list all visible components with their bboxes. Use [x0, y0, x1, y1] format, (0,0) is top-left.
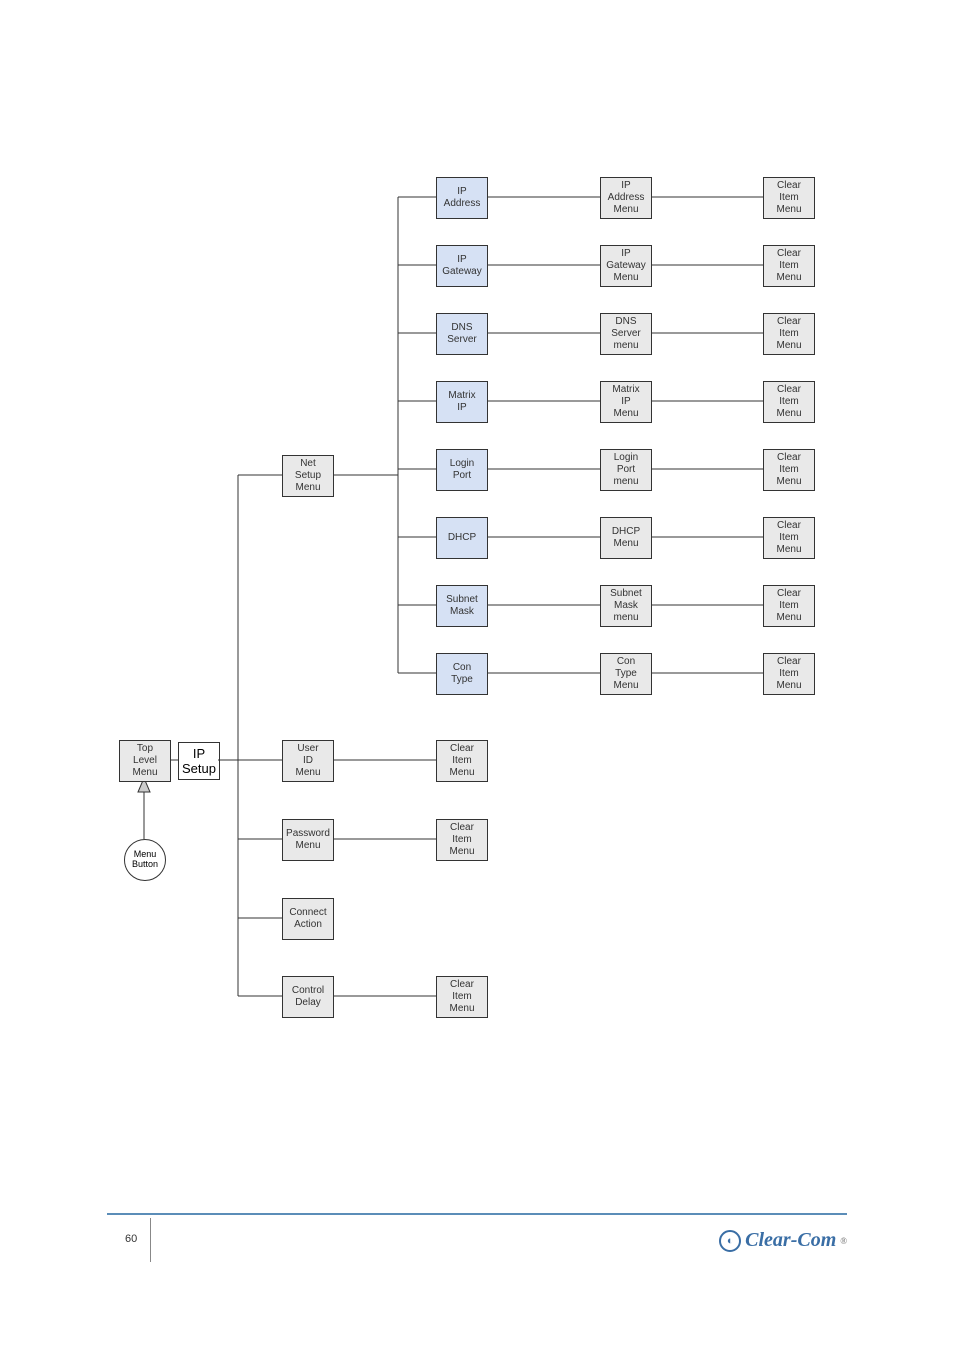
- user-id-node: User ID Menu: [282, 740, 334, 782]
- net-item-7-menu-label: Con Type Menu: [613, 656, 638, 692]
- net-item-4-label: Login Port: [450, 458, 474, 482]
- top-level-menu-node: Top Level Menu: [119, 740, 171, 782]
- net-item-3: Matrix IP: [436, 381, 488, 423]
- net-item-3-menu-label: Matrix IP Menu: [612, 384, 639, 420]
- net-setup-node: Net Setup Menu: [282, 455, 334, 497]
- control-delay-node: Control Delay: [282, 976, 334, 1018]
- menu-button-label: Menu Button: [132, 850, 158, 870]
- net-item-2-clear: Clear Item Menu: [763, 313, 815, 355]
- net-item-7-clear: Clear Item Menu: [763, 653, 815, 695]
- control-delay-clear-label: Clear Item Menu: [449, 979, 474, 1015]
- brand-logo: ◐ Clear-Com®: [719, 1229, 847, 1255]
- brand-name: Clear-Com: [745, 1229, 836, 1252]
- net-item-6-clear: Clear Item Menu: [763, 585, 815, 627]
- footer-rule: [107, 1213, 847, 1215]
- net-item-3-label: Matrix IP: [448, 390, 475, 414]
- user-id-clear: Clear Item Menu: [436, 740, 488, 782]
- page: Menu Button Top Level Menu IP Setup Net …: [0, 0, 954, 1350]
- net-item-1-menu: IP Gateway Menu: [600, 245, 652, 287]
- logo-icon: ◐: [719, 1230, 741, 1252]
- net-item-2-menu-label: DNS Server menu: [611, 316, 640, 352]
- net-item-0-clear-label: Clear Item Menu: [776, 180, 801, 216]
- net-item-7: Con Type: [436, 653, 488, 695]
- net-item-4-clear-label: Clear Item Menu: [776, 452, 801, 488]
- net-item-6-menu: Subnet Mask menu: [600, 585, 652, 627]
- net-item-3-menu: Matrix IP Menu: [600, 381, 652, 423]
- net-item-1-clear: Clear Item Menu: [763, 245, 815, 287]
- net-item-1-menu-label: IP Gateway Menu: [606, 248, 645, 284]
- password-label: Password Menu: [286, 828, 330, 852]
- net-item-6-menu-label: Subnet Mask menu: [610, 588, 642, 624]
- net-item-5-clear-label: Clear Item Menu: [776, 520, 801, 556]
- connect-node: Connect Action: [282, 898, 334, 940]
- control-delay-clear: Clear Item Menu: [436, 976, 488, 1018]
- net-item-1: IP Gateway: [436, 245, 488, 287]
- net-item-4-menu-label: Login Port menu: [613, 452, 638, 488]
- connect-label: Connect Action: [289, 907, 326, 931]
- net-item-0-menu-label: IP Address Menu: [608, 180, 645, 216]
- net-item-1-label: IP Gateway: [442, 254, 481, 278]
- net-item-4-clear: Clear Item Menu: [763, 449, 815, 491]
- net-item-0: IP Address: [436, 177, 488, 219]
- page-number: 60: [125, 1233, 137, 1245]
- net-item-7-clear-label: Clear Item Menu: [776, 656, 801, 692]
- net-item-5-menu-label: DHCP Menu: [612, 526, 640, 550]
- net-item-6-label: Subnet Mask: [446, 594, 478, 618]
- net-item-0-menu: IP Address Menu: [600, 177, 652, 219]
- net-item-3-clear-label: Clear Item Menu: [776, 384, 801, 420]
- net-item-4-menu: Login Port menu: [600, 449, 652, 491]
- user-id-label: User ID Menu: [295, 743, 320, 779]
- top-level-menu-label: Top Level Menu: [132, 743, 157, 779]
- net-item-7-label: Con Type: [451, 662, 473, 686]
- net-item-2-label: DNS Server: [447, 322, 476, 346]
- control-delay-label: Control Delay: [292, 985, 324, 1009]
- user-id-clear-label: Clear Item Menu: [449, 743, 474, 779]
- password-node: Password Menu: [282, 819, 334, 861]
- net-item-2: DNS Server: [436, 313, 488, 355]
- ip-setup-label: IP Setup: [182, 746, 216, 776]
- footer-divider: [150, 1218, 151, 1262]
- net-item-7-menu: Con Type Menu: [600, 653, 652, 695]
- net-item-0-clear: Clear Item Menu: [763, 177, 815, 219]
- net-setup-label: Net Setup Menu: [295, 458, 321, 494]
- net-item-1-clear-label: Clear Item Menu: [776, 248, 801, 284]
- net-item-2-menu: DNS Server menu: [600, 313, 652, 355]
- ip-setup-node: IP Setup: [178, 742, 220, 780]
- net-item-4: Login Port: [436, 449, 488, 491]
- net-item-5-menu: DHCP Menu: [600, 517, 652, 559]
- net-item-5-label: DHCP: [448, 532, 476, 544]
- net-item-6-clear-label: Clear Item Menu: [776, 588, 801, 624]
- password-clear: Clear Item Menu: [436, 819, 488, 861]
- net-item-3-clear: Clear Item Menu: [763, 381, 815, 423]
- password-clear-label: Clear Item Menu: [449, 822, 474, 858]
- menu-button-node: Menu Button: [124, 839, 166, 881]
- net-item-6: Subnet Mask: [436, 585, 488, 627]
- net-item-2-clear-label: Clear Item Menu: [776, 316, 801, 352]
- net-item-5: DHCP: [436, 517, 488, 559]
- net-item-0-label: IP Address: [444, 186, 481, 210]
- net-item-5-clear: Clear Item Menu: [763, 517, 815, 559]
